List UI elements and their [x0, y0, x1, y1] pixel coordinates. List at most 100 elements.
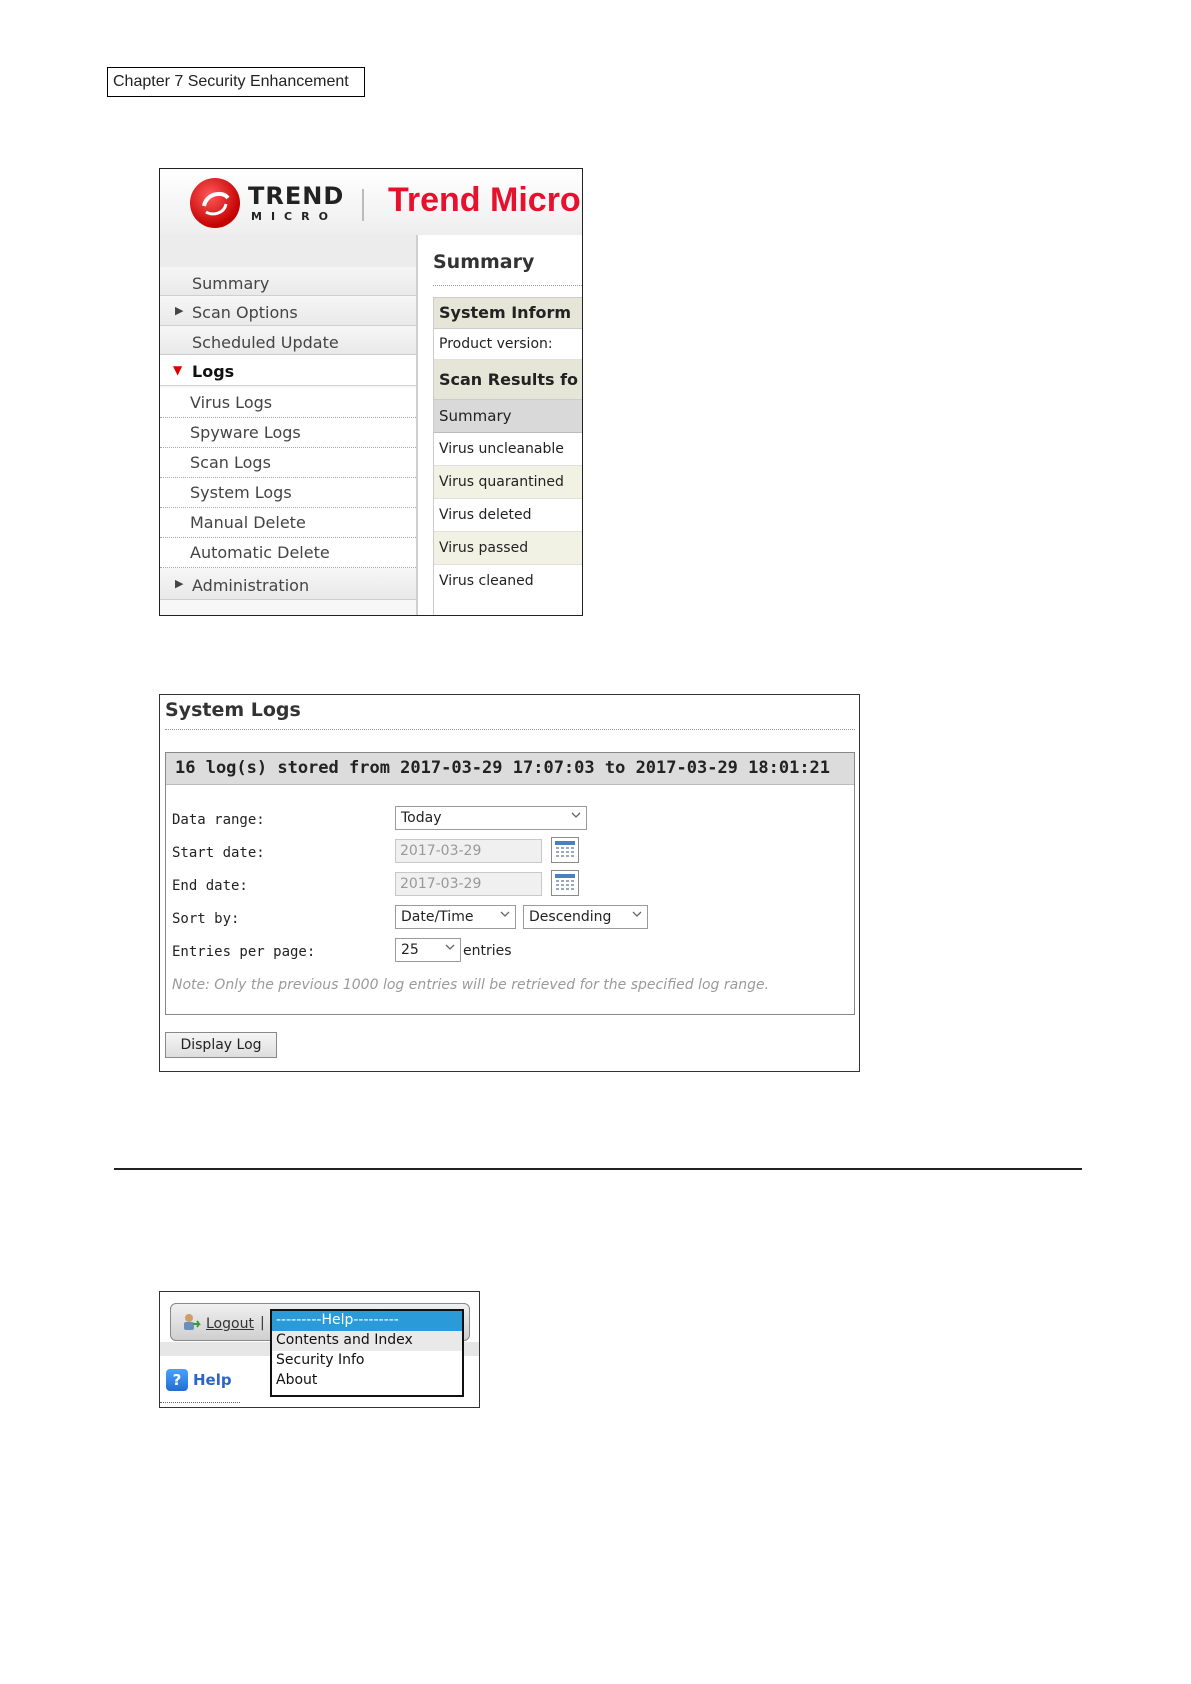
data-range-value: Today: [401, 810, 442, 826]
table-section-header: System Inform: [434, 298, 582, 329]
nav-subitem-scan-logs[interactable]: Scan Logs: [160, 448, 416, 478]
row-label: Virus uncleanable: [439, 441, 564, 457]
trend-micro-screenshot: TREND MICRO Trend Micro Summary ▶ Scan O…: [159, 168, 583, 616]
toolbar-separator: |: [260, 1315, 265, 1331]
nav-subitem-virus-logs[interactable]: Virus Logs: [160, 388, 416, 418]
log-query-panel: 16 log(s) stored from 2017-03-29 17:07:0…: [165, 752, 855, 1015]
entries-per-page-value: 25: [401, 942, 419, 958]
nav-subitem-label: Scan Logs: [190, 453, 271, 472]
start-date-label: Start date:: [172, 845, 265, 861]
calendar-icon[interactable]: [551, 837, 579, 863]
menu-item-label: Security Info: [276, 1352, 365, 1368]
left-navigation: Summary ▶ Scan Options Scheduled Update …: [160, 235, 418, 615]
nav-item-summary[interactable]: Summary: [160, 267, 416, 296]
caret-down-icon: ▼: [173, 363, 183, 377]
caret-right-icon: ▶: [175, 577, 184, 590]
entries-suffix: entries: [463, 943, 512, 959]
nav-subitem-manual-delete[interactable]: Manual Delete: [160, 508, 416, 538]
title-divider: [165, 729, 855, 730]
help-icon[interactable]: ?: [166, 1369, 188, 1391]
data-range-select[interactable]: Today: [395, 806, 587, 830]
menu-item-contents-index[interactable]: Contents and Index: [272, 1331, 462, 1351]
row-label: Product version:: [439, 336, 553, 352]
nav-item-scheduled-update[interactable]: Scheduled Update: [160, 326, 416, 355]
caret-right-icon: ▶: [175, 304, 184, 317]
section-divider: [114, 1168, 1082, 1170]
nav-item-scan-options[interactable]: ▶ Scan Options: [160, 296, 416, 326]
log-stored-header: 16 log(s) stored from 2017-03-29 17:07:0…: [166, 753, 854, 785]
row-label: Virus passed: [439, 540, 529, 556]
sort-by-label: Sort by:: [172, 911, 240, 927]
menu-item-label: About: [276, 1372, 318, 1388]
menu-item-security-info[interactable]: Security Info: [272, 1351, 462, 1371]
chevron-down-icon: [500, 911, 510, 917]
start-date-input[interactable]: 2017-03-29: [395, 839, 542, 863]
row-label: Virus cleaned: [439, 573, 534, 589]
nav-item-label: Scan Options: [192, 303, 298, 322]
chevron-down-icon: [445, 944, 455, 950]
sort-order-value: Descending: [529, 909, 612, 925]
table-row: Virus uncleanable: [434, 433, 582, 466]
system-logs-title: System Logs: [165, 699, 301, 721]
table-row: Virus deleted: [434, 499, 582, 532]
chevron-down-icon: [632, 911, 642, 917]
help-link[interactable]: Help: [193, 1371, 232, 1389]
chevron-down-icon: [571, 812, 581, 818]
table-section-header: Scan Results fo: [434, 360, 582, 400]
summary-title: Summary: [433, 251, 535, 273]
help-menu-screenshot: Logout | ? Help ---------Help--------- C…: [159, 1291, 480, 1408]
header-separator: [362, 189, 364, 221]
table-row: Product version:: [434, 329, 582, 360]
column-header-label: Summary: [439, 407, 512, 425]
nav-subitem-label: Automatic Delete: [190, 543, 330, 562]
nav-item-administration[interactable]: ▶ Administration: [160, 569, 416, 600]
end-date-value: 2017-03-29: [400, 876, 482, 892]
nav-item-logs[interactable]: ▼ Logs: [160, 355, 416, 386]
nav-subitem-label: Manual Delete: [190, 513, 306, 532]
logout-link[interactable]: Logout: [206, 1316, 254, 1332]
sort-field-value: Date/Time: [401, 909, 474, 925]
trend-header: TREND MICRO Trend Micro: [160, 169, 582, 235]
row-label: Virus deleted: [439, 507, 532, 523]
end-date-label: End date:: [172, 878, 248, 894]
trend-logo-icon: [190, 178, 240, 228]
entries-per-page-label: Entries per page:: [172, 944, 316, 960]
log-stored-text: 16 log(s) stored from 2017-03-29 17:07:0…: [175, 758, 831, 778]
summary-table: System Inform Product version: Scan Resu…: [433, 297, 582, 615]
help-dropdown-menu: ---------Help--------- Contents and Inde…: [270, 1309, 464, 1397]
title-divider: [433, 285, 582, 286]
nav-subitem-label: Spyware Logs: [190, 423, 301, 442]
end-date-input[interactable]: 2017-03-29: [395, 872, 542, 896]
nav-item-label: Summary: [192, 274, 270, 293]
data-range-label: Data range:: [172, 812, 265, 828]
entries-per-page-select[interactable]: 25: [395, 938, 461, 962]
table-column-header: Summary: [434, 400, 582, 433]
table-row: Virus quarantined: [434, 466, 582, 499]
nav-item-label: Scheduled Update: [192, 333, 339, 352]
summary-panel: Summary System Inform Product version: S…: [418, 235, 582, 615]
sort-field-select[interactable]: Date/Time: [395, 905, 516, 929]
row-label: Virus quarantined: [439, 474, 564, 490]
nav-item-label: Logs: [192, 362, 235, 381]
section-header-label: System Inform: [439, 303, 572, 322]
table-row: Virus passed: [434, 532, 582, 565]
nav-item-label: Administration: [192, 576, 310, 595]
display-log-button[interactable]: Display Log: [165, 1032, 277, 1058]
system-logs-screenshot: System Logs 16 log(s) stored from 2017-0…: [159, 694, 860, 1072]
table-row: Virus cleaned: [434, 565, 582, 615]
nav-subitem-automatic-delete[interactable]: Automatic Delete: [160, 538, 416, 568]
logo-word-trend: TREND: [248, 182, 345, 210]
nav-subitem-label: System Logs: [190, 483, 292, 502]
nav-subitem-spyware-logs[interactable]: Spyware Logs: [160, 418, 416, 448]
nav-subitem-system-logs[interactable]: System Logs: [160, 478, 416, 508]
start-date-value: 2017-03-29: [400, 843, 482, 859]
nav-subitem-label: Virus Logs: [190, 393, 273, 412]
menu-item-about[interactable]: About: [272, 1371, 462, 1391]
sort-order-select[interactable]: Descending: [523, 905, 648, 929]
menu-item-label: ---------Help---------: [276, 1312, 399, 1328]
section-header-label: Scan Results fo: [439, 370, 579, 389]
calendar-icon[interactable]: [551, 870, 579, 896]
help-underline: [160, 1402, 240, 1403]
menu-item-help-header[interactable]: ---------Help---------: [272, 1311, 462, 1331]
brand-title: Trend Micro: [388, 181, 581, 219]
